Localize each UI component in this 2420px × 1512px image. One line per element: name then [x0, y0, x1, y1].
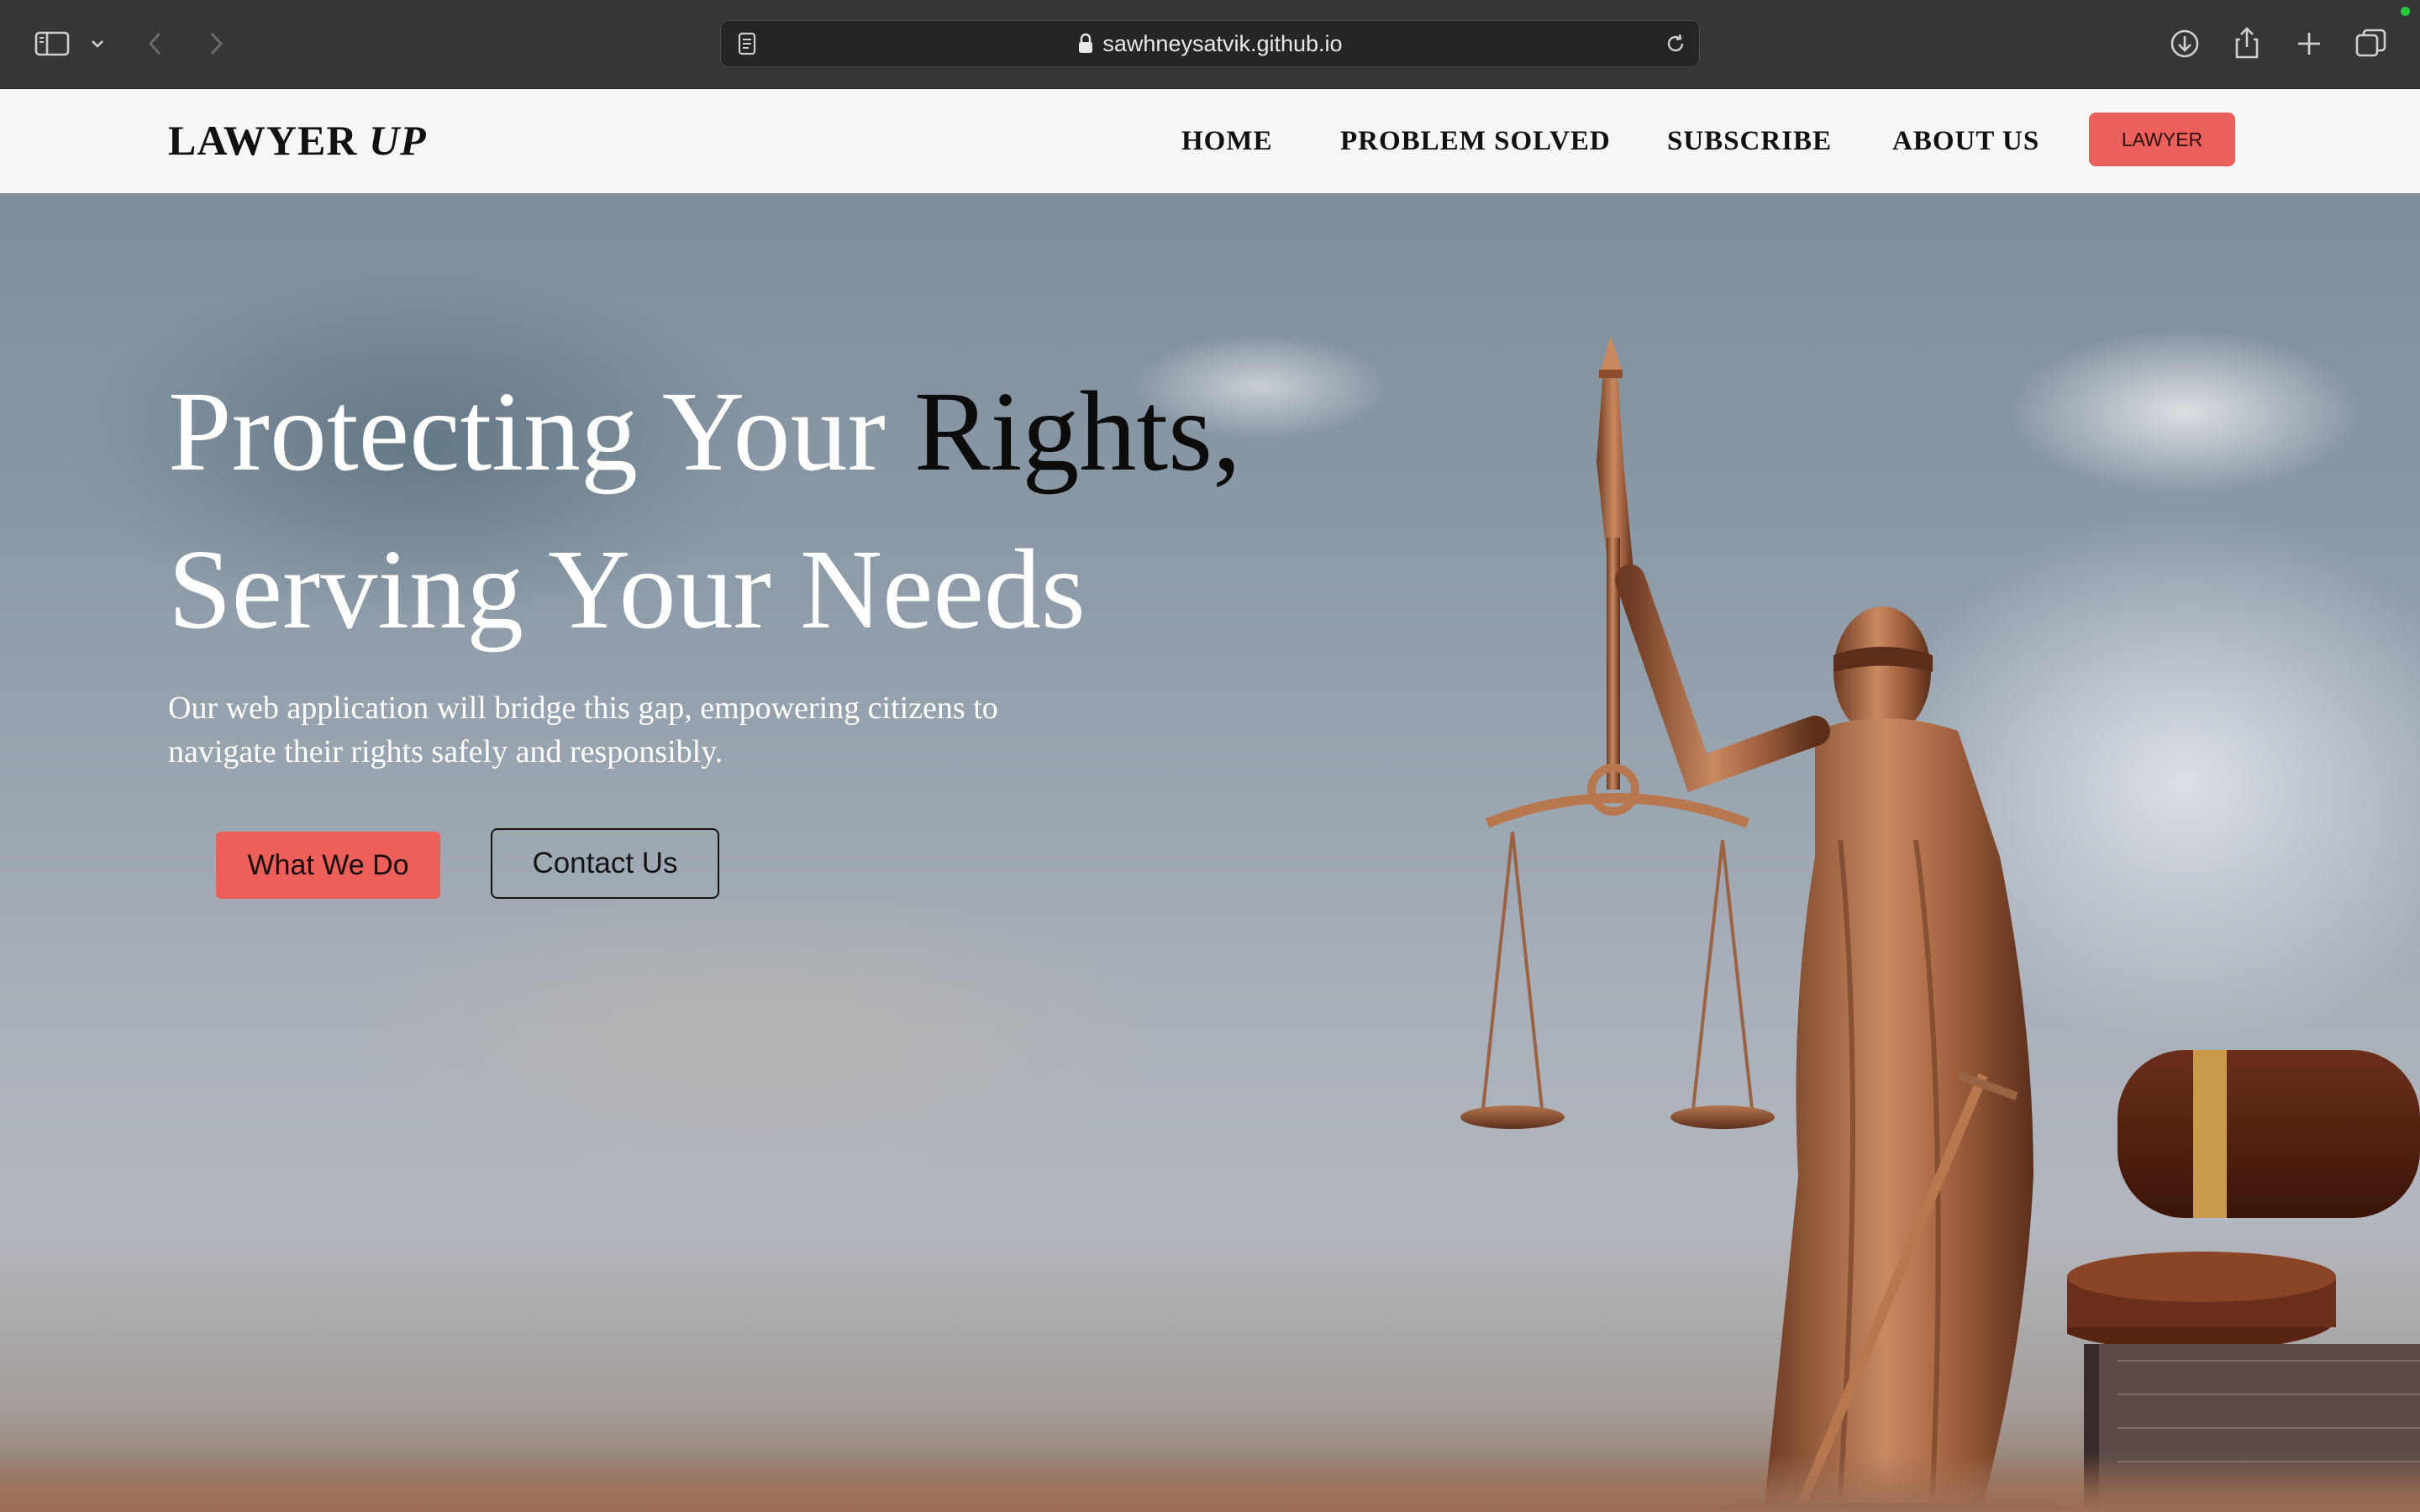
headline-line2: Serving Your Needs	[168, 527, 1086, 653]
recording-indicator-dot	[2401, 7, 2410, 16]
tab-overview-icon[interactable]	[2353, 25, 2390, 62]
url-text[interactable]: sawhneysatvik.github.io	[1102, 31, 1342, 57]
download-icon[interactable]	[2166, 25, 2203, 62]
sidebar-icon[interactable]	[34, 25, 71, 62]
hero-subtext: Our web application will bridge this gap…	[168, 690, 998, 769]
address-bar[interactable]: sawhneysatvik.github.io	[720, 20, 1700, 67]
nav-link-home[interactable]: HOME	[1181, 126, 1273, 157]
nav-link-subscribe[interactable]: SUBSCRIBE	[1667, 126, 1832, 157]
logo-main-text: LAWYER	[168, 117, 358, 164]
hero-headline: Protecting Your Rights, Serving Your Nee…	[168, 353, 1241, 669]
nav-link-problem-solved[interactable]: PROBLEM SOLVED	[1340, 126, 1611, 157]
forward-arrow-icon[interactable]	[197, 25, 234, 62]
what-we-do-button[interactable]: What We Do	[216, 832, 440, 899]
share-icon[interactable]	[2228, 25, 2265, 62]
hero-floor-gradient	[0, 1453, 2420, 1512]
logo-accent-text: UP	[368, 117, 427, 164]
nav-link-about-us[interactable]: ABOUT US	[1892, 126, 2039, 157]
back-arrow-icon[interactable]	[138, 25, 175, 62]
site-logo[interactable]: LAWYER UP	[168, 116, 427, 165]
headline-part1: Protecting Your	[168, 369, 886, 495]
site-navbar: LAWYER UP HOME PROBLEM SOLVED SUBSCRIBE …	[0, 89, 2420, 193]
reload-icon[interactable]	[1664, 32, 1687, 55]
lock-icon	[1077, 33, 1094, 55]
contact-us-button[interactable]: Contact Us	[491, 828, 719, 899]
chevron-down-icon[interactable]	[86, 25, 109, 62]
gavel-image	[2067, 1050, 2420, 1351]
headline-rights: Rights,	[913, 369, 1242, 495]
lawyer-button[interactable]: LAWYER	[2089, 113, 2235, 166]
browser-toolbar: sawhneysatvik.github.io	[0, 0, 2420, 89]
new-tab-plus-icon[interactable]	[2291, 25, 2328, 62]
